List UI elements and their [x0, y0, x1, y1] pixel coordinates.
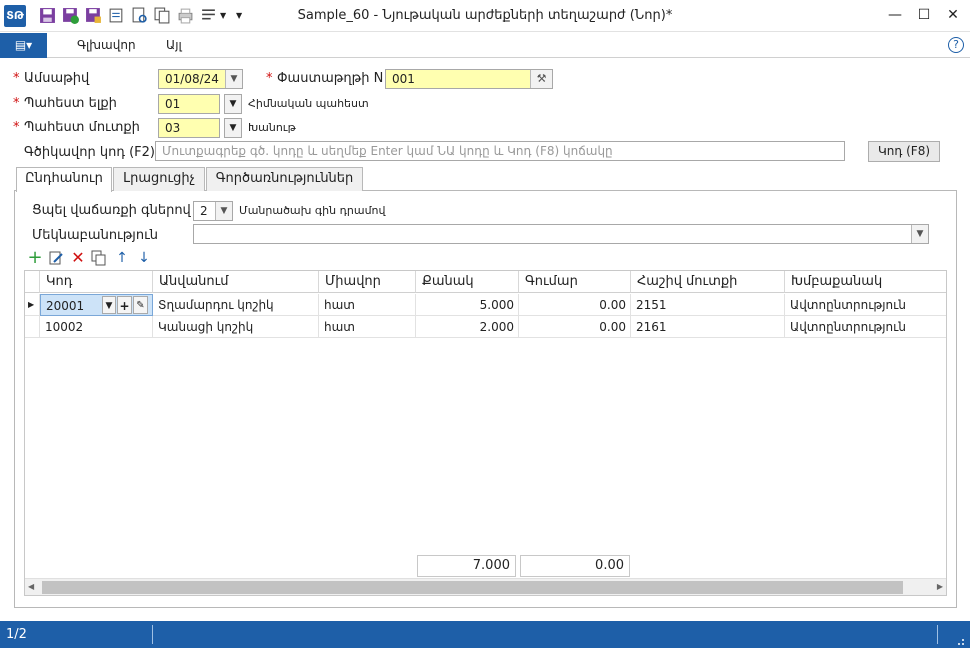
- required-marker: *: [13, 120, 20, 135]
- unit-cell[interactable]: հատ: [319, 294, 416, 316]
- amount-cell[interactable]: 0.00: [519, 294, 631, 316]
- wrench-icon[interactable]: ⚒: [530, 70, 552, 88]
- tab-other[interactable]: Այլ: [166, 38, 182, 52]
- price-columns-dropdown-icon[interactable]: ▼: [215, 202, 232, 220]
- plus-icon[interactable]: +: [117, 296, 132, 314]
- column-header-batch[interactable]: Խմբաքանակ: [785, 271, 946, 293]
- copy-row-icon[interactable]: [91, 250, 107, 266]
- total-amount: 0.00: [520, 555, 630, 577]
- items-grid: Կոդ Անվանում Միավոր Քանակ Գումար Հաշիվ մ…: [24, 270, 947, 596]
- row-indicator-header: [25, 271, 40, 293]
- status-divider: [152, 625, 153, 644]
- comment-field[interactable]: ▼: [193, 224, 929, 244]
- pencil-icon[interactable]: ✎: [133, 296, 148, 314]
- price-columns-label: Ցպել վաճառքի գներով: [32, 203, 191, 218]
- code-dropdown-icon[interactable]: ▼: [102, 296, 116, 314]
- app-menu-button[interactable]: ▤▾: [0, 33, 47, 58]
- column-header-code[interactable]: Կոդ: [40, 271, 153, 293]
- account-cell[interactable]: 2161: [631, 316, 785, 338]
- tab-operations[interactable]: Գործառնություններ: [206, 167, 363, 191]
- doc-number-value: 001: [392, 72, 415, 86]
- warehouse-in-name: Խանութ: [248, 121, 296, 134]
- required-marker: *: [13, 96, 20, 111]
- edit-row-icon[interactable]: [48, 250, 64, 266]
- price-columns-field[interactable]: 2 ▼: [193, 201, 233, 221]
- column-header-unit[interactable]: Միավոր: [319, 271, 416, 293]
- add-row-icon[interactable]: +: [27, 249, 43, 267]
- move-down-icon[interactable]: ↓: [136, 250, 152, 266]
- window-title: Sample_60 - Նյութական արժեքների տեղաշարժ…: [297, 8, 673, 23]
- quantity-cell[interactable]: 2.000: [416, 316, 519, 338]
- row-indicator: [25, 316, 40, 338]
- account-cell[interactable]: 2151: [631, 294, 785, 316]
- close-button[interactable]: ✕: [942, 5, 964, 25]
- doc-number-field[interactable]: 001 ⚒: [385, 69, 553, 89]
- barcode-input[interactable]: Մուտքագրեք գծ. կոդը և սեղմեք Enter կամ Ն…: [155, 141, 845, 161]
- date-field[interactable]: 01/08/24 ▼: [158, 69, 243, 89]
- column-header-amount[interactable]: Գումար: [519, 271, 631, 293]
- warehouse-in-label: Պահեստ մուտքի: [24, 120, 140, 135]
- minimize-button[interactable]: —: [884, 5, 906, 25]
- warehouse-out-field[interactable]: 01: [158, 94, 220, 114]
- doc-number-label: Փաստաթղթի N: [277, 71, 384, 86]
- name-cell[interactable]: Տղամարդու կոշիկ: [153, 294, 319, 316]
- date-label: Ամսաթիվ: [24, 71, 90, 86]
- tab-main[interactable]: Գլխավոր: [77, 38, 136, 52]
- move-up-icon[interactable]: ↑: [114, 250, 130, 266]
- current-row-icon: ▶: [25, 294, 40, 316]
- warehouse-in-value: 03: [165, 121, 181, 135]
- column-header-name[interactable]: Անվանում: [153, 271, 319, 293]
- warehouse-out-value: 01: [165, 97, 181, 111]
- delete-row-icon[interactable]: ✕: [70, 250, 86, 266]
- code-cell: 20001: [46, 299, 85, 313]
- unit-cell[interactable]: հատ: [319, 316, 416, 338]
- title-bar: ՏԹ ▼ ▼ Sample_60 - Նյութական արժեքների տ…: [0, 0, 970, 32]
- maximize-button[interactable]: ☐: [913, 5, 935, 25]
- resize-grip-icon[interactable]: [955, 636, 965, 646]
- price-columns-value: 2: [200, 204, 208, 218]
- ribbon: ▤▾ Գլխավոր Այլ ?: [0, 33, 970, 58]
- warehouse-in-field[interactable]: 03: [158, 118, 220, 138]
- scrollbar-thumb[interactable]: [42, 581, 903, 594]
- warehouse-out-dropdown-icon[interactable]: ▼: [224, 94, 242, 114]
- barcode-label: Գծիկավոր կոդ (F2): [24, 145, 156, 160]
- tab-general[interactable]: Ընդհանուր: [16, 167, 112, 192]
- date-value: 01/08/24: [165, 72, 219, 86]
- batch-cell[interactable]: Ավտոընտրություն: [785, 316, 946, 338]
- page-indicator: 1/2: [6, 627, 27, 642]
- scroll-right-icon[interactable]: ▶: [937, 582, 943, 591]
- column-header-quantity[interactable]: Քանակ: [416, 271, 519, 293]
- warehouse-out-name: Հիմնական պահեստ: [248, 97, 369, 110]
- amount-cell[interactable]: 0.00: [519, 316, 631, 338]
- code-f8-button[interactable]: Կոդ (F8): [868, 141, 940, 162]
- warehouse-out-label: Պահեստ ելքի: [24, 96, 117, 111]
- retail-price-label: Մանրածախ գին դրամով: [239, 204, 386, 217]
- date-dropdown-icon[interactable]: ▼: [225, 70, 242, 88]
- status-bar: 1/2: [0, 621, 970, 648]
- required-marker: *: [13, 71, 20, 86]
- status-divider: [937, 625, 938, 644]
- comment-label: Մեկնաբանություն: [32, 228, 158, 243]
- column-header-account[interactable]: Հաշիվ մուտքի: [631, 271, 785, 293]
- comment-dropdown-icon[interactable]: ▼: [911, 225, 928, 243]
- help-icon[interactable]: ?: [948, 37, 964, 53]
- horizontal-scrollbar[interactable]: ◀ ▶: [25, 578, 946, 595]
- quantity-cell[interactable]: 5.000: [416, 294, 519, 316]
- tab-additional[interactable]: Լրացուցիչ: [113, 167, 205, 191]
- name-cell[interactable]: Կանացի կոշիկ: [153, 316, 319, 338]
- total-quantity: 7.000: [417, 555, 516, 577]
- code-cell[interactable]: 10002: [40, 316, 153, 338]
- batch-cell[interactable]: Ավտոընտրություն: [785, 294, 946, 316]
- required-marker: *: [266, 71, 273, 86]
- warehouse-in-dropdown-icon[interactable]: ▼: [224, 118, 242, 138]
- scroll-left-icon[interactable]: ◀: [28, 582, 34, 591]
